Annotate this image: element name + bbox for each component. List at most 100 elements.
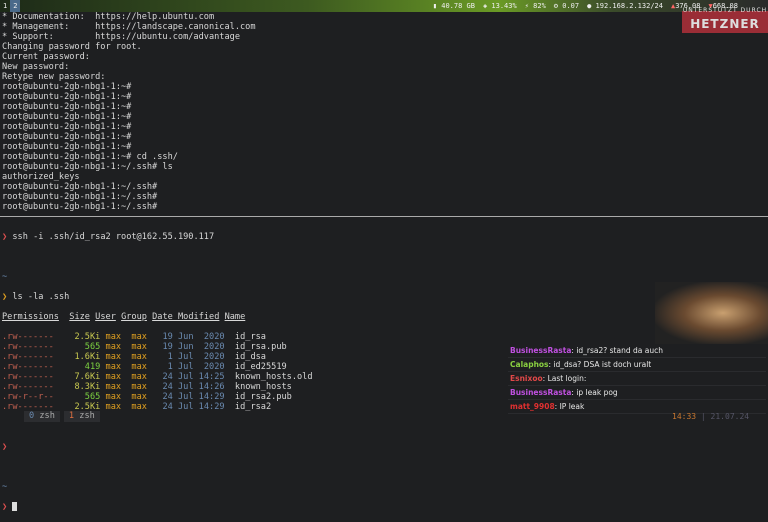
top-status-bar: 1 2 ▮ 40.78 GB ◈ 13.43% ⚡ 82% ⚙ 0.07 ● 1… — [0, 0, 768, 12]
size: 1.6Ki — [74, 352, 101, 362]
ls-row: .rw------- 7.6Ki max max 24 Jul 14:25 kn… — [2, 372, 313, 382]
terminal-line: root@ubuntu-2gb-nbg1-1:~/.ssh# — [2, 192, 158, 202]
cwd-label: ~ — [2, 272, 8, 282]
disk-stat: ▮ 40.78 GB — [432, 2, 475, 10]
permissions: .rw------- — [2, 362, 54, 372]
group: max — [131, 352, 158, 362]
header-name: Name — [224, 312, 246, 322]
group: max — [131, 342, 158, 352]
chat-username: BusinessRasta — [510, 388, 572, 397]
file-name: id_rsa — [234, 332, 266, 342]
header-group: Group — [121, 312, 147, 322]
terminal-line: Current password: — [2, 52, 90, 62]
cwd-label: ~ — [2, 482, 8, 492]
terminal-line: * Documentation: https://help.ubuntu.com — [2, 12, 215, 22]
tab-1[interactable]: 1 zsh — [63, 411, 100, 422]
group: max — [131, 392, 158, 402]
load-stat: ⚙ 0.07 — [553, 2, 580, 10]
workspace-2[interactable]: 2 — [10, 0, 21, 12]
group: max — [131, 362, 158, 372]
chat-message: Esnixoo: Last login: — [508, 372, 766, 386]
clock-date: 21.07.24 — [710, 412, 750, 421]
chat-overlay: BusinessRasta: id_rsa2? stand da auch Cal… — [508, 344, 766, 414]
chat-message: Calaphos: id_dsa? DSA ist doch uralt — [508, 358, 766, 372]
terminal-line: root@ubuntu-2gb-nbg1-1:~# — [2, 92, 132, 102]
mem-stat: ⚡ 82% — [524, 2, 546, 10]
permissions: .rw-r--r-- — [2, 392, 54, 402]
ls-row: .rw------- 2.5Ki max max 19 Jun 2020 id_… — [2, 332, 313, 342]
file-name: known_hosts.old — [234, 372, 313, 382]
command-text: ls -la .ssh — [12, 292, 70, 302]
mem-value: 82% — [533, 2, 546, 10]
chat-message: BusinessRasta: id_rsa2? stand da auch — [508, 344, 766, 358]
workspace-1[interactable]: 1 — [0, 0, 10, 12]
user: max — [105, 382, 127, 392]
file-name: id_ed25519 — [234, 362, 287, 372]
permissions: .rw------- — [2, 352, 54, 362]
ls-row: .rw------- 565 max max 19 Jun 2020 id_rs… — [2, 342, 313, 352]
date: 24 Jul 14:26 — [162, 382, 230, 392]
date: 24 Jul 14:29 — [162, 392, 230, 402]
tmux-tabs: 0 zsh 1 zsh — [24, 411, 100, 422]
tab-name: zsh — [79, 411, 95, 421]
chat-username: BusinessRasta — [510, 346, 572, 355]
load-value: 0.07 — [562, 2, 580, 10]
terminal-line: root@ubuntu-2gb-nbg1-1:~# — [2, 112, 132, 122]
user: max — [105, 342, 127, 352]
logo-name: HETZNER — [690, 17, 760, 31]
disk-value: 40.78 GB — [441, 2, 475, 10]
user: max — [105, 332, 127, 342]
size: 2.5Ki — [74, 332, 101, 342]
ip-value: 192.168.2.132/24 — [595, 2, 663, 10]
command-text: ssh -i .ssh/id_rsa2 root@162.55.190.117 — [12, 232, 215, 242]
date: 24 Jul 14:25 — [162, 372, 230, 382]
tab-0[interactable]: 0 zsh — [24, 411, 60, 422]
pane-divider[interactable] — [0, 216, 768, 217]
terminal-line: root@ubuntu-2gb-nbg1-1:~# — [2, 132, 132, 142]
terminal-line: root@ubuntu-2gb-nbg1-1:~/.ssh# ls — [2, 162, 173, 172]
terminal-line: Changing password for root. — [2, 42, 142, 52]
user: max — [105, 392, 127, 402]
ls-command-line: ❯ ls -la .ssh — [2, 292, 313, 302]
date: 19 Jun 2020 — [162, 332, 230, 342]
terminal-line: root@ubuntu-2gb-nbg1-1:~/.ssh# — [2, 182, 158, 192]
group: max — [131, 332, 158, 342]
file-name: id_rsa2 — [234, 402, 272, 412]
terminal-line: root@ubuntu-2gb-nbg1-1:~# — [2, 142, 132, 152]
header-size: Size — [69, 312, 90, 322]
ls-header: Permissions Size User Group Date Modifie… — [2, 312, 313, 322]
webcam-cat-image — [655, 282, 768, 344]
terminal-line: * Support: https://ubuntu.com/advantage — [2, 32, 240, 42]
top-terminal-pane[interactable]: * Documentation: https://help.ubuntu.com… — [2, 12, 256, 212]
ls-row: .rw------- 8.3Ki max max 24 Jul 14:26 kn… — [2, 382, 313, 392]
clock: 14:33 | 21.07.24 — [672, 412, 750, 421]
permissions: .rw------- — [2, 372, 54, 382]
size: 565 — [74, 342, 101, 352]
permissions: .rw------- — [2, 332, 54, 342]
terminal-line: New password: — [2, 62, 70, 72]
chat-text: IP leak — [559, 402, 585, 411]
user: max — [105, 402, 127, 412]
user: max — [105, 362, 127, 372]
cpu-stat: ◈ 13.43% — [482, 2, 517, 10]
chat-message: BusinessRasta: ip leak pog — [508, 386, 766, 400]
ls-row: .rw------- 419 max max 1 Jul 2020 id_ed2… — [2, 362, 313, 372]
user: max — [105, 372, 127, 382]
tab-index: 0 — [29, 411, 35, 421]
prompt-icon: ❯ — [2, 502, 8, 512]
terminal-line: * Management: https://landscape.canonica… — [2, 22, 256, 32]
permissions: .rw------- — [2, 342, 54, 352]
header-user: User — [95, 312, 116, 322]
clock-time: 14:33 — [672, 412, 697, 421]
chat-text: ip leak pog — [576, 388, 618, 397]
header-date: Date Modified — [152, 312, 220, 322]
user: max — [105, 352, 127, 362]
file-name: id_rsa2.pub — [234, 392, 292, 402]
size: 7.6Ki — [74, 372, 101, 382]
tab-index: 1 — [68, 411, 75, 421]
chat-text: Last login: — [547, 374, 587, 383]
bottom-terminal-pane[interactable]: ❯ ssh -i .ssh/id_rsa2 root@162.55.190.11… — [2, 222, 313, 522]
size: 419 — [74, 362, 101, 372]
chat-username: matt_9908 — [510, 402, 555, 411]
ssh-command-line: ❯ ssh -i .ssh/id_rsa2 root@162.55.190.11… — [2, 232, 313, 242]
